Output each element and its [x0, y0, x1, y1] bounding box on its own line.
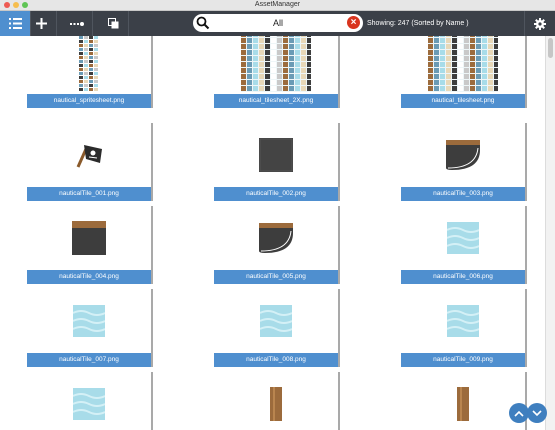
tile-shadow: [525, 36, 527, 108]
asset-thumbnail: [401, 36, 525, 94]
asset-tile[interactable]: nautical_tilesheet_2X.png: [214, 36, 340, 108]
chevron-down-icon: [532, 409, 542, 416]
asset-thumbnail: [27, 123, 151, 187]
asset-thumbnail: [27, 206, 151, 270]
tile-shadow: [338, 36, 340, 108]
settings-button[interactable]: [524, 11, 555, 36]
asset-tile[interactable]: nauticalTile_004.png: [27, 206, 153, 284]
asset-filename: nauticalTile_003.png: [401, 187, 525, 201]
asset-filename: nauticalTile_005.png: [214, 270, 338, 284]
asset-thumbnail: [401, 123, 525, 187]
asset-filename: nautical_tilesheet.png: [401, 94, 525, 108]
asset-tile[interactable]: nauticalTile_002.png: [214, 123, 340, 201]
tile-shadow: [338, 206, 340, 284]
search-field[interactable]: All ×: [193, 14, 363, 32]
asset-thumbnail: [401, 206, 525, 270]
asset-tile[interactable]: nauticalTile_007.png: [27, 289, 153, 367]
asset-filename: nauticalTile_002.png: [214, 187, 338, 201]
title-bar: AssetManager: [0, 0, 555, 11]
asset-grid: nautical_spritesheet.png nautical_tileshe…: [0, 36, 545, 430]
asset-tile[interactable]: nauticalTile_001.png: [27, 123, 153, 201]
vertical-scrollbar[interactable]: [545, 36, 555, 430]
tile-shadow: [338, 123, 340, 201]
asset-filename: nauticalTile_009.png: [401, 353, 525, 367]
asset-tile[interactable]: [214, 372, 340, 430]
asset-thumbnail: [27, 372, 151, 430]
tile-shadow: [338, 372, 340, 430]
asset-tile[interactable]: [401, 372, 527, 430]
connect-icon: [70, 21, 84, 26]
asset-filename: nauticalTile_007.png: [27, 353, 151, 367]
asset-thumbnail: [27, 36, 151, 94]
tile-shadow: [151, 289, 153, 367]
asset-thumbnail: [214, 372, 338, 430]
search-input[interactable]: All: [217, 14, 339, 32]
tile-shadow: [151, 206, 153, 284]
asset-tile[interactable]: nautical_spritesheet.png: [27, 36, 153, 108]
scroll-down-button[interactable]: [527, 403, 547, 423]
asset-thumbnail: [214, 123, 338, 187]
add-button[interactable]: [26, 11, 57, 36]
asset-filename: nautical_tilesheet_2X.png: [214, 94, 338, 108]
asset-tile[interactable]: nauticalTile_003.png: [401, 123, 527, 201]
tile-shadow: [151, 372, 153, 430]
asset-filename: nauticalTile_004.png: [27, 270, 151, 284]
asset-filename: nauticalTile_001.png: [27, 187, 151, 201]
window-title: AssetManager: [254, 1, 301, 8]
duplicate-button[interactable]: [98, 11, 129, 36]
asset-tile[interactable]: nauticalTile_008.png: [214, 289, 340, 367]
tile-shadow: [525, 206, 527, 284]
toolbar: All × Showing: 247 (Sorted by Name ): [0, 11, 555, 36]
tile-shadow: [525, 289, 527, 367]
asset-tile[interactable]: nauticalTile_006.png: [401, 206, 527, 284]
asset-filename: nautical_spritesheet.png: [27, 94, 151, 108]
asset-thumbnail: [214, 289, 338, 353]
chevron-up-icon: [514, 410, 524, 417]
scroll-thumb[interactable]: [548, 38, 553, 58]
tile-shadow: [525, 372, 527, 430]
tile-shadow: [151, 36, 153, 108]
asset-thumbnail: [401, 372, 525, 430]
asset-tile[interactable]: [27, 372, 153, 430]
asset-thumbnail: [214, 206, 338, 270]
plus-icon: [35, 18, 47, 29]
asset-tile[interactable]: nautical_tilesheet.png: [401, 36, 527, 108]
tile-shadow: [338, 289, 340, 367]
connect-button[interactable]: [62, 11, 93, 36]
duplicate-icon: [107, 18, 118, 29]
asset-tile[interactable]: nauticalTile_009.png: [401, 289, 527, 367]
tile-shadow: [525, 123, 527, 201]
gear-icon: [534, 17, 546, 30]
asset-filename: nauticalTile_006.png: [401, 270, 525, 284]
asset-tile[interactable]: nauticalTile_005.png: [214, 206, 340, 284]
asset-thumbnail: [214, 36, 338, 94]
list-view-icon: [8, 18, 22, 29]
search-icon: [196, 16, 210, 30]
scroll-up-button[interactable]: [509, 403, 529, 423]
status-text: Showing: 247 (Sorted by Name ): [367, 20, 469, 27]
clear-search-icon[interactable]: ×: [347, 16, 360, 29]
asset-filename: nauticalTile_008.png: [214, 353, 338, 367]
asset-thumbnail: [27, 289, 151, 353]
tile-shadow: [151, 123, 153, 201]
asset-thumbnail: [401, 289, 525, 353]
